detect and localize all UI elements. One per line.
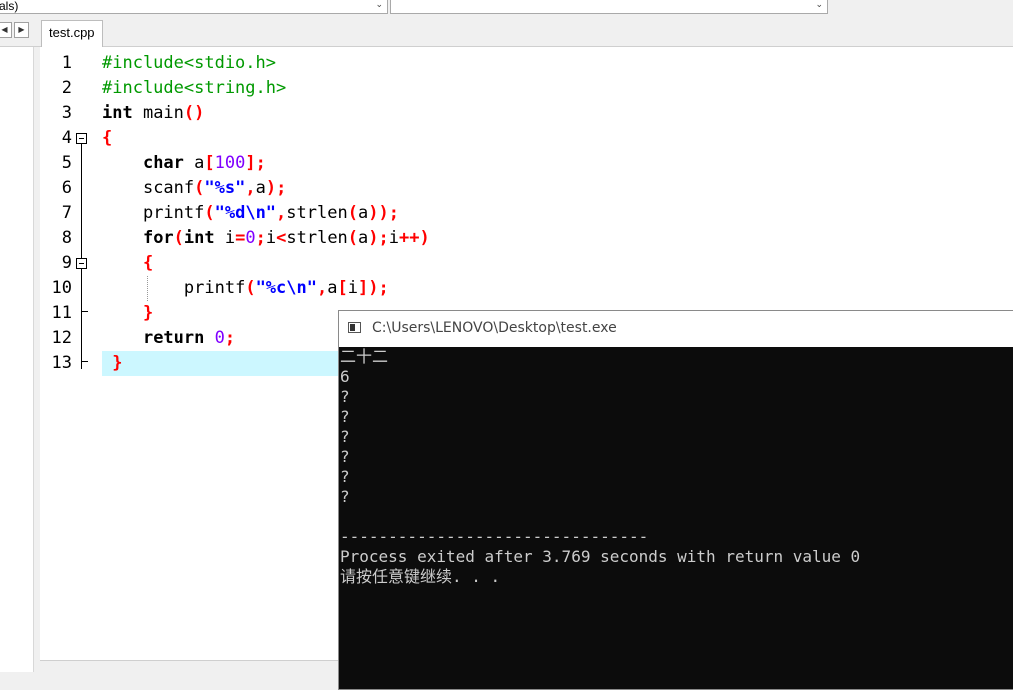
fold-toggle-main-icon[interactable]	[76, 133, 87, 144]
scope-combo-value: als)	[0, 0, 19, 13]
chevron-down-icon[interactable]: ⌄	[815, 0, 823, 10]
line-number: 7	[61, 203, 72, 223]
code-line: #include<string.h>	[102, 78, 287, 98]
console-line: 二十二	[340, 347, 389, 366]
code-line: {	[142, 253, 154, 273]
console-line: 请按任意键继续. . .	[340, 567, 501, 586]
console-title-bar[interactable]: C:\Users\LENOVO\Desktop\test.exe	[339, 311, 1013, 347]
console-line: ?	[340, 467, 350, 486]
console-window[interactable]: C:\Users\LENOVO\Desktop\test.exe 二十二 6 ?…	[338, 310, 1013, 690]
line-number: 2	[61, 78, 72, 98]
console-line: ?	[340, 427, 350, 446]
fold-line	[81, 247, 82, 258]
line-number: 9	[61, 253, 72, 273]
line-number: 1	[61, 53, 72, 73]
fold-end-marker	[81, 361, 88, 362]
code-line: scanf("%s",a);	[142, 178, 287, 198]
console-line: Process exited after 3.769 seconds with …	[340, 547, 861, 566]
fold-line	[81, 269, 82, 369]
code-line: for(int i=0;i<strlen(a);i++)	[142, 228, 430, 248]
line-number: 11	[51, 303, 72, 323]
console-output[interactable]: 二十二 6 ? ? ? ? ? ? ----------------------…	[339, 347, 1013, 587]
code-line: #include<stdio.h>	[102, 53, 276, 73]
line-number: 6	[61, 178, 72, 198]
console-line: 6	[340, 367, 350, 386]
fold-line	[81, 144, 82, 247]
line-number: 8	[61, 228, 72, 248]
code-line: char a[100];	[142, 153, 266, 173]
line-number: 12	[51, 328, 72, 348]
code-line: printf("%d\n",strlen(a));	[142, 203, 399, 223]
console-line: ?	[340, 487, 350, 506]
code-line: {	[102, 128, 113, 148]
fold-toggle-for-icon[interactable]	[76, 258, 87, 269]
chevron-down-icon[interactable]: ⌄	[375, 0, 383, 10]
code-line: int main()	[102, 103, 205, 123]
code-line: printf("%c\n",a[i]);	[183, 278, 389, 298]
console-line: ?	[340, 407, 350, 426]
editor-gutter: 1 2 3 4 5 6 7 8 9 10 11 12 13	[40, 47, 99, 660]
scope-combo[interactable]: als) ⌄	[0, 0, 388, 14]
status-strip	[40, 660, 340, 673]
line-numbers: 1 2 3 4 5 6 7 8 9 10 11 12 13	[40, 51, 72, 376]
tab-scroll-right-button[interactable]: ▶	[14, 22, 29, 38]
line-number: 5	[61, 153, 72, 173]
console-line: --------------------------------	[340, 527, 649, 546]
editor-tab-bar: ◀ ▶ test.cpp	[0, 18, 1013, 47]
line-number: 10	[51, 278, 72, 298]
line-number: 4	[61, 128, 72, 148]
fold-end-marker	[81, 311, 88, 312]
console-title: C:\Users\LENOVO\Desktop\test.exe	[372, 320, 617, 336]
console-line: ?	[340, 447, 350, 466]
console-app-icon	[348, 322, 361, 333]
line-number: 13	[51, 353, 72, 373]
triangle-left-icon: ◀	[1, 25, 8, 34]
function-combo[interactable]: ⌄	[390, 0, 828, 14]
tab-scroll-left-button[interactable]: ◀	[0, 22, 12, 38]
toolbar: als) ⌄ ⌄	[0, 0, 1013, 18]
line-number: 3	[61, 103, 72, 123]
triangle-right-icon: ▶	[18, 25, 25, 34]
tab-test-cpp[interactable]: test.cpp	[41, 20, 103, 47]
fold-markers	[74, 51, 94, 381]
project-panel	[0, 47, 34, 672]
console-line: ?	[340, 387, 350, 406]
